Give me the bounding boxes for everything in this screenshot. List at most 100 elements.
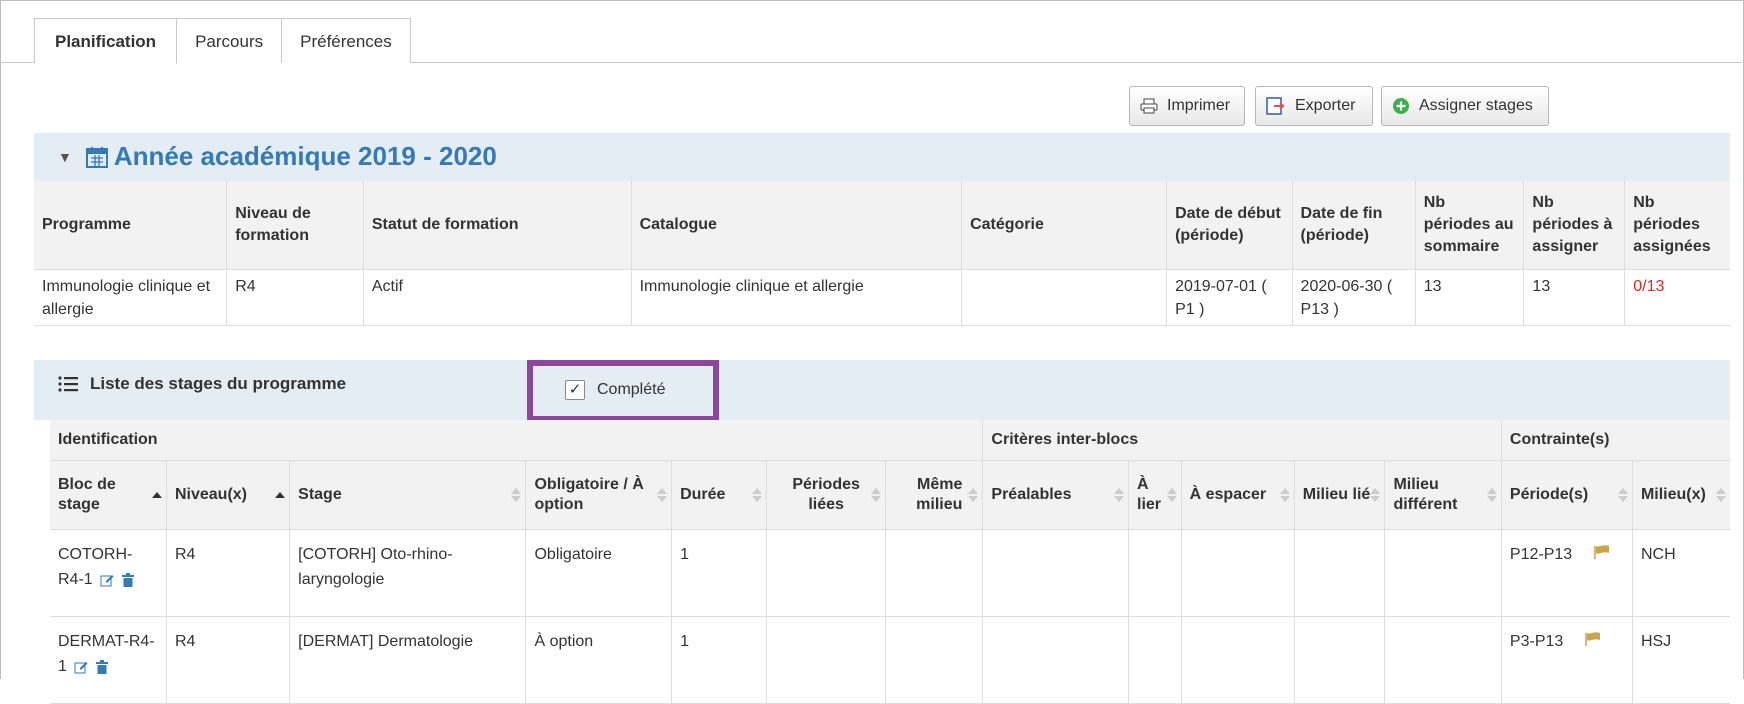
plus-circle-icon [1392,97,1410,115]
col-prealables[interactable]: Préalables [982,460,1129,530]
col-programme: Programme [34,181,227,270]
flag-icon [1585,629,1601,654]
stages-table: Identification Critères inter-blocs Cont… [50,420,1730,704]
col-a-lier[interactable]: À lier [1128,460,1182,530]
cell-nb-assigner: 13 [1523,269,1625,326]
sort-icon [1370,486,1381,504]
group-identification: Identification [50,420,983,461]
table-row: DERMAT-R4-1 R4 [DERMAT] Dermatologie À o… [50,616,1730,704]
col-bloc[interactable]: Bloc de stage [50,460,167,530]
program-table: Programme Niveau de formation Statut de … [34,181,1730,326]
col-milieu-lie[interactable]: Milieu lié [1293,460,1385,530]
year-title-group[interactable]: ▼ Année académique 2019 - 2020 [58,141,497,172]
cell-duree: 1 [671,616,767,704]
col-obligatoire[interactable]: Obligatoire / À option [525,460,672,530]
col-periodes[interactable]: Période(s) [1500,460,1633,530]
cell-a-lier [1128,616,1182,704]
cell-prealables [982,616,1129,704]
col-statut: Statut de formation [362,181,632,270]
cell-date-debut: 2019-07-01 ( P1 ) [1166,269,1293,326]
cell-milieu-different [1384,616,1502,704]
print-label: Imprimer [1167,97,1231,114]
cell-meme-milieu [884,616,983,704]
cell-periodes-liees [766,529,886,617]
cell-milieu-lie [1293,529,1385,617]
sort-icon [752,486,763,504]
cell-stage: [COTORH] Oto-rhino-laryngologie [289,529,526,617]
sort-asc-icon [151,490,162,500]
complete-label: Complété [597,381,666,398]
cell-statut: Actif [362,269,632,326]
cell-milieux: HSJ [1631,616,1730,704]
table-row: COTORH-R4-1 R4 [COTORH] Oto-rhino-laryng… [50,529,1730,617]
trash-icon[interactable] [95,659,108,674]
calendar-icon [85,146,108,168]
list-icon [58,376,78,392]
cell-duree: 1 [671,529,767,617]
edit-icon[interactable] [100,573,114,587]
export-button[interactable]: Exporter [1255,86,1373,126]
cell-a-espacer [1180,529,1295,617]
sort-asc-icon [275,490,286,500]
sort-icon [1486,486,1497,504]
program-row: Immunologie clinique et allergie R4 Acti… [34,269,1730,326]
cell-periodes-liees [766,616,886,704]
col-a-espacer[interactable]: À espacer [1180,460,1295,530]
edit-icon[interactable] [74,660,88,674]
col-date-debut: Date de début (période) [1166,181,1293,270]
tab-parcours[interactable]: Parcours [176,18,283,63]
col-duree[interactable]: Durée [671,460,767,530]
col-nb-sommaire: Nb périodes au sommaire [1414,181,1524,270]
cell-milieu-lie [1293,616,1385,704]
col-milieux[interactable]: Milieu(x) [1631,460,1730,530]
cell-milieux: NCH [1631,529,1730,617]
col-nb-assignees: Nb périodes assignées [1624,181,1730,270]
trash-icon[interactable] [121,572,134,587]
cell-programme: Immunologie clinique et allergie [42,278,211,318]
tab-bar: Planification Parcours Préférences [34,18,411,64]
cell-catalogue: Immunologie clinique et allergie [630,269,962,326]
flag-icon [1594,542,1610,567]
col-catalogue: Catalogue [630,181,962,270]
cell-bloc: COTORH-R4-1 [50,529,167,617]
cell-obligatoire: À option [525,616,672,704]
col-meme-milieu[interactable]: Même milieu [884,460,983,530]
cell-a-espacer [1180,616,1295,704]
sort-icon [1166,486,1177,504]
col-periodes-liees[interactable]: Périodes liées [766,460,886,530]
group-criteres: Critères inter-blocs [982,420,1502,461]
collapse-caret-icon[interactable]: ▼ [58,149,72,165]
sort-icon [968,486,979,504]
col-categorie: Catégorie [961,181,1167,270]
cell-niveau: R4 [226,269,364,326]
assign-stages-button[interactable]: Assigner stages [1381,86,1549,126]
sort-icon [1617,486,1628,504]
col-niveaux[interactable]: Niveau(x) [165,460,290,530]
stage-list-title-group: Liste des stages du programme [58,374,346,394]
cell-niveau: R4 [165,529,290,617]
cell-obligatoire: Obligatoire [525,529,672,617]
cell-periodes: P3-P13 [1500,616,1633,704]
col-milieu-different[interactable]: Milieu différent [1384,460,1502,530]
assign-stages-label: Assigner stages [1419,97,1533,114]
cell-date-fin: 2020-06-30 ( P13 ) [1291,269,1416,326]
tab-preferences[interactable]: Préférences [281,18,411,63]
export-label: Exporter [1295,97,1356,114]
sort-icon [1114,486,1124,504]
sort-icon [870,486,881,504]
complete-toggle[interactable]: ✓ Complété [565,380,665,400]
cell-prealables [982,529,1129,617]
group-contraintes: Contrainte(s) [1500,420,1730,461]
col-date-fin: Date de fin (période) [1291,181,1416,270]
cell-niveau: R4 [165,616,290,704]
print-button[interactable]: Imprimer [1129,86,1245,126]
printer-icon [1140,98,1158,114]
tab-planification[interactable]: Planification [34,18,178,64]
sort-icon [657,486,668,504]
cell-periodes: P12-P13 [1500,529,1633,617]
col-stage[interactable]: Stage [289,460,526,530]
sort-icon [1716,486,1726,504]
year-title: Année académique 2019 - 2020 [113,141,497,171]
sort-icon [1279,486,1290,504]
complete-checkbox[interactable]: ✓ [565,380,585,400]
